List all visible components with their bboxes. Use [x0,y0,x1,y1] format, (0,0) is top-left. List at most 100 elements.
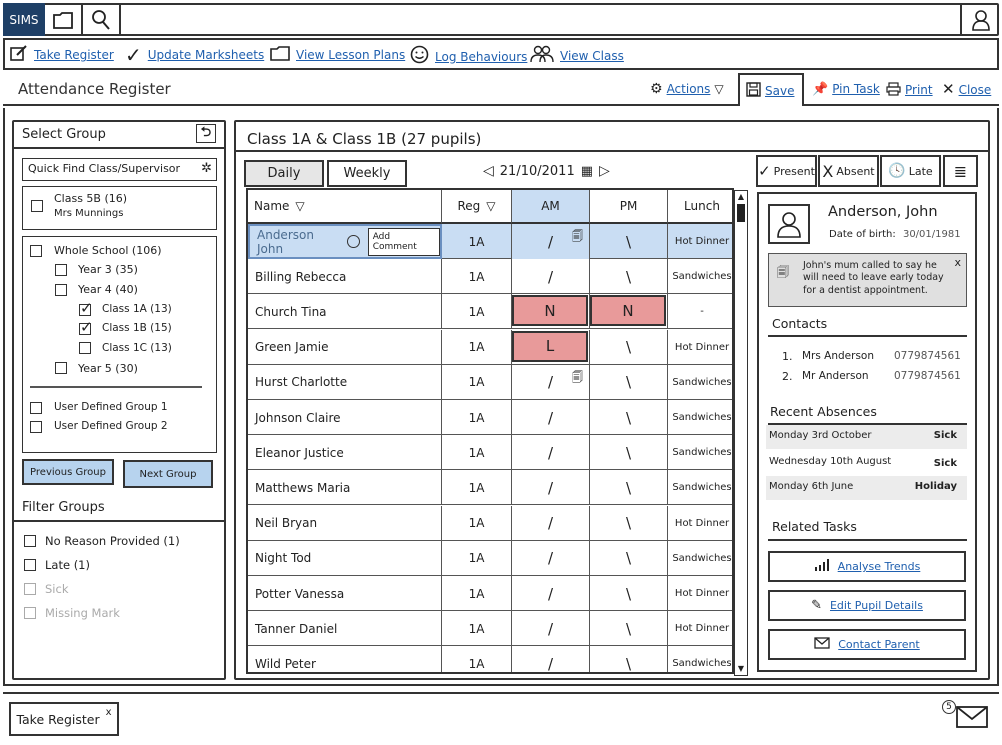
pm-mark-cell[interactable]: \ [590,470,668,506]
flagged-mark[interactable]: L [512,330,588,362]
sims-logo[interactable]: SIMS [3,3,45,36]
previous-group-button[interactable]: Previous Group [22,459,114,485]
table-row[interactable]: Potter Vanessa 1A / \ Hot Dinner [248,576,732,611]
tree-checkbox-class-1c[interactable] [79,342,91,354]
close-label[interactable]: Close [959,83,992,97]
contact-parent-button[interactable]: Contact Parent [768,629,966,660]
chevron-left-icon[interactable]: ◁ [483,163,494,179]
flagged-mark[interactable]: N [590,295,666,327]
am-mark-cell[interactable]: / 🗐 [512,364,590,400]
table-row[interactable]: Eleanor Justice 1A / \ Sandwiches [248,435,732,471]
current-class-checkbox[interactable] [31,200,43,212]
filter-checkbox-late[interactable] [24,559,36,571]
quicklink-view-class[interactable]: View Class [530,45,624,67]
am-mark-cell[interactable]: / [512,646,590,672]
tree-checkbox-user-group-2[interactable] [30,421,42,433]
column-header-reg[interactable]: Reg ▽ [442,190,512,224]
pm-mark-cell[interactable]: \ [590,329,668,365]
quicklink-label[interactable]: View Lesson Plans [296,48,405,62]
table-row[interactable]: Green Jamie 1A L \ Hot Dinner [248,329,732,365]
next-group-button[interactable]: Next Group [123,460,213,488]
mark-late-button[interactable]: 🕓 Late [880,155,941,187]
mark-absent-button[interactable]: X Absent [818,155,879,187]
scroll-thumb[interactable] [737,204,745,222]
am-mark-cell[interactable]: / [512,611,590,647]
actions-menu[interactable]: ⚙ Actions ▽ [650,82,724,96]
am-mark-cell[interactable]: / [512,435,590,471]
pin-task-label[interactable]: Pin Task [832,82,880,96]
close-icon[interactable]: x [954,256,961,269]
scroll-up-icon[interactable]: ▲ [736,192,746,202]
pm-mark-cell[interactable]: \ [590,400,668,435]
table-row[interactable]: Hurst Charlotte 1A / 🗐 \ Sandwiches [248,364,732,400]
pupil-name-cell[interactable]: Johnson Claire [248,400,442,435]
am-mark-cell[interactable]: N [512,294,590,330]
close-icon[interactable]: x [106,707,112,718]
table-row[interactable]: Billing Rebecca 1A / \ Sandwiches [248,259,732,295]
pupil-name-cell[interactable]: Neil Bryan [248,505,442,541]
column-header-lunch[interactable]: Lunch [668,190,732,224]
tree-checkbox-year-3[interactable] [55,264,67,276]
print-label[interactable]: Print [905,83,933,97]
actions-label[interactable]: Actions [667,82,711,96]
pupil-name-cell[interactable]: Eleanor Justice [248,435,442,471]
pupil-name-cell[interactable]: Church Tina [248,294,442,330]
pm-mark-cell[interactable]: \ [590,364,668,400]
comment-icon[interactable]: 🗐 [572,369,583,388]
pupil-name-cell[interactable]: Billing Rebecca [248,259,442,295]
back-arrow-icon[interactable]: ⮌ [196,124,216,143]
pin-task-button[interactable]: 📌 Pin Task [812,82,880,96]
grid-scrollbar[interactable]: ▲ ▼ [734,190,748,676]
pupil-name-cell[interactable]: Night Tod [248,540,442,576]
tree-checkbox-year-4[interactable] [55,284,67,296]
save-button[interactable]: Save [746,82,794,99]
tab-weekly[interactable]: Weekly [327,160,407,187]
pm-mark-cell[interactable]: \ [590,576,668,611]
flagged-mark[interactable]: N [512,295,588,327]
table-row[interactable]: Johnson Claire 1A / \ Sandwiches [248,400,732,435]
quicklink-update-marksheets[interactable]: ✓ Update Marksheets [125,45,264,65]
chevron-right-icon[interactable]: ▷ [599,163,610,179]
am-mark-cell[interactable]: / 🗐 [512,224,590,259]
tree-checkbox-year-5[interactable] [55,362,67,374]
table-row[interactable]: Neil Bryan 1A / \ Hot Dinner [248,505,732,541]
save-label[interactable]: Save [765,84,794,98]
radio-circle-icon[interactable] [347,235,360,248]
am-mark-cell[interactable]: L [512,329,590,365]
am-mark-cell[interactable]: / [512,259,590,295]
quicklink-log-behaviours[interactable]: Log Behaviours [410,45,527,68]
pm-mark-cell[interactable]: \ [590,259,668,295]
contact-phone[interactable]: 0779874561 [894,370,961,382]
pupil-name-cell[interactable]: Hurst Charlotte [248,364,442,400]
edit-pupil-details-button[interactable]: ✎ Edit Pupil Details [768,590,966,621]
footer-tab-take-register[interactable]: Take Register x [9,702,119,736]
pupil-name-cell[interactable]: Potter Vanessa [248,576,442,611]
mail-notifications[interactable]: 5 [942,700,992,734]
quicklink-view-lesson-plans[interactable]: View Lesson Plans [270,45,405,65]
pupil-name-cell[interactable]: Matthews Maria [248,470,442,506]
table-row[interactable]: Night Tod 1A / \ Sandwiches [248,540,732,576]
scroll-down-icon[interactable]: ▼ [736,664,746,674]
add-comment-button[interactable]: Add Comment [367,227,440,256]
pm-mark-cell[interactable]: \ [590,224,668,259]
tab-daily[interactable]: Daily [244,160,324,187]
table-row[interactable]: Matthews Maria 1A / \ Sandwiches [248,470,732,506]
column-header-pm[interactable]: PM [590,190,668,224]
pm-mark-cell[interactable]: \ [590,611,668,647]
column-header-name[interactable]: Name ▽ [248,190,442,224]
pupil-name-cell[interactable]: Tanner Daniel [248,611,442,647]
user-icon[interactable] [960,3,999,36]
pm-mark-cell[interactable]: \ [590,435,668,471]
column-header-am[interactable]: AM [512,190,590,224]
tree-checkbox-class-1b[interactable] [79,318,93,336]
am-mark-cell[interactable]: / [512,540,590,576]
pm-mark-cell[interactable]: \ [590,505,668,541]
quicklink-label[interactable]: Update Marksheets [148,48,264,62]
pm-mark-cell[interactable]: N [590,294,668,330]
pm-mark-cell[interactable]: \ [590,646,668,672]
pupil-name-cell[interactable]: Anderson John Add Comment [248,224,442,259]
tree-checkbox-whole-school[interactable] [30,245,42,257]
contact-phone[interactable]: 0779874561 [894,350,961,362]
quicklink-label[interactable]: View Class [560,49,624,63]
table-row[interactable]: Anderson John Add Comment 1A / 🗐 \ Hot Dinner [248,224,732,259]
